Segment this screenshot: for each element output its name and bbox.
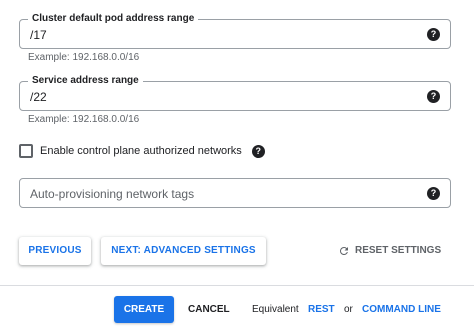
help-icon[interactable]: ? (427, 187, 440, 200)
help-icon[interactable]: ? (427, 28, 440, 41)
cancel-button[interactable]: CANCEL (188, 296, 230, 323)
pod-address-range-input[interactable]: /17 (30, 28, 47, 42)
network-tags-field[interactable]: Auto-provisioning network tags ? (19, 178, 451, 208)
reset-settings-button[interactable]: RESET SETTINGS (338, 244, 441, 258)
authorized-networks-label[interactable]: Enable control plane authorized networks (40, 144, 242, 158)
previous-button[interactable]: PREVIOUS (19, 237, 91, 265)
equivalent-label: Equivalent (252, 304, 299, 315)
command-line-link[interactable]: COMMAND LINE (362, 303, 441, 316)
pod-address-range-label: Cluster default pod address range (28, 13, 199, 25)
refresh-icon (339, 246, 348, 255)
reset-settings-label: RESET SETTINGS (355, 245, 442, 256)
or-label: or (344, 304, 353, 315)
authorized-networks-row: Enable control plane authorized networks… (19, 143, 265, 159)
help-icon[interactable]: ? (251, 144, 265, 158)
help-icon[interactable]: ? (427, 90, 440, 103)
service-address-range-input[interactable]: /22 (30, 90, 47, 104)
footer-divider (0, 285, 474, 286)
authorized-networks-checkbox[interactable] (19, 144, 33, 158)
network-tags-input[interactable]: Auto-provisioning network tags (30, 187, 194, 201)
create-button[interactable]: CREATE (114, 296, 174, 323)
rest-link[interactable]: REST (308, 303, 335, 316)
service-address-range-field[interactable]: Service address range /22 ? (19, 75, 451, 111)
pod-address-range-field[interactable]: Cluster default pod address range /17 ? (19, 13, 451, 49)
next-advanced-settings-button[interactable]: NEXT: ADVANCED SETTINGS (101, 237, 266, 265)
service-address-range-hint: Example: 192.168.0.0/16 (28, 114, 140, 125)
pod-address-range-hint: Example: 192.168.0.0/16 (28, 52, 140, 63)
service-address-range-label: Service address range (28, 75, 143, 87)
